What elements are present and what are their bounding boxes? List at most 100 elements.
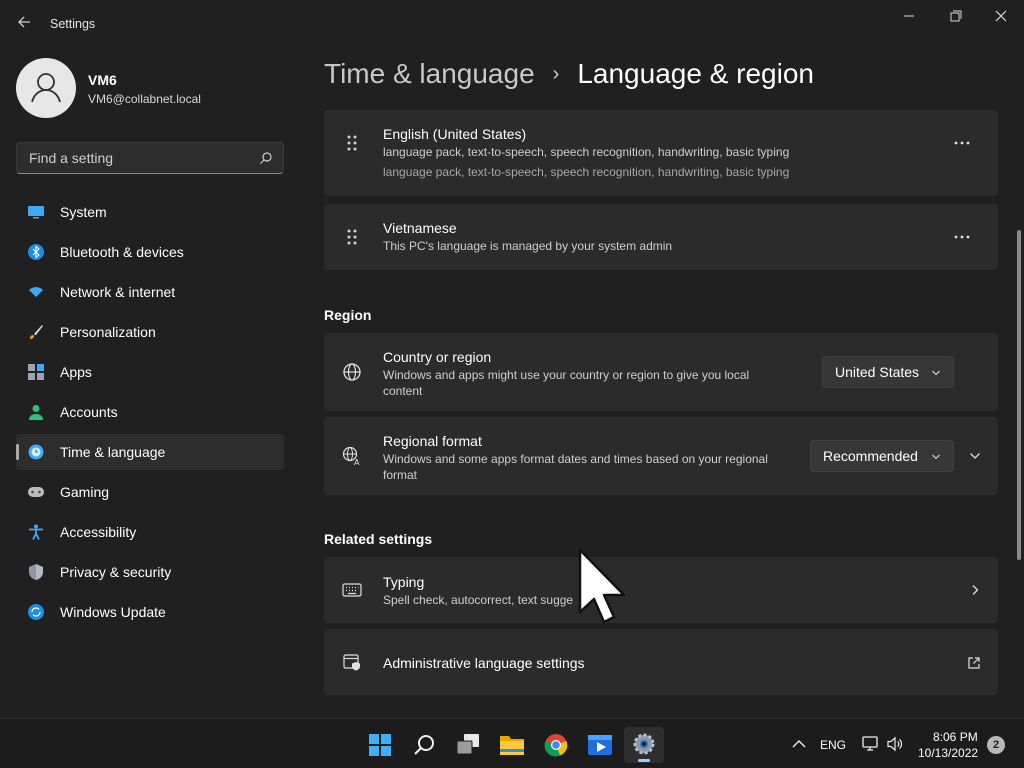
sidebar-item-label: Time & language bbox=[60, 444, 166, 460]
sidebar-item-label: Apps bbox=[60, 364, 92, 380]
file-explorer-icon bbox=[500, 736, 524, 755]
more-options-icon[interactable] bbox=[954, 235, 970, 239]
drag-handle-icon[interactable] bbox=[346, 228, 358, 246]
update-icon bbox=[28, 604, 44, 620]
language-detail: language pack, text-to-speech, speech re… bbox=[383, 145, 790, 159]
language-item-english[interactable]: English (United States) language pack, t… bbox=[324, 110, 998, 196]
regional-format-title: Regional format bbox=[383, 433, 482, 449]
search-input[interactable] bbox=[27, 143, 247, 173]
page-title: Language & region bbox=[577, 58, 814, 89]
clock-globe-icon bbox=[28, 444, 44, 460]
taskbar-search-button[interactable] bbox=[404, 727, 444, 763]
sidebar-item-windows-update[interactable]: Windows Update bbox=[16, 594, 284, 630]
scrollbar-thumb[interactable] bbox=[1017, 230, 1021, 560]
more-options-icon[interactable] bbox=[954, 141, 970, 145]
person-icon bbox=[29, 405, 43, 420]
minimize-icon[interactable] bbox=[886, 6, 932, 28]
search-box[interactable] bbox=[16, 142, 284, 174]
network-icon[interactable] bbox=[862, 735, 880, 753]
sidebar-item-label: Privacy & security bbox=[60, 564, 172, 580]
sidebar-item-apps[interactable]: Apps bbox=[16, 354, 284, 390]
clock-time[interactable]: 8:06 PM bbox=[933, 730, 978, 744]
chevron-right-icon bbox=[972, 585, 979, 595]
media-app-icon bbox=[588, 735, 612, 755]
regional-format-card[interactable]: A Regional format Windows and some apps … bbox=[324, 417, 998, 495]
chevron-down-icon bbox=[932, 454, 940, 460]
sidebar-item-system[interactable]: System bbox=[16, 194, 284, 230]
sidebar-nav: System Bluetooth & devices Network & int… bbox=[16, 194, 284, 634]
sidebar-item-label: Bluetooth & devices bbox=[60, 244, 184, 260]
chrome-button[interactable] bbox=[536, 727, 576, 763]
avatar[interactable] bbox=[16, 58, 76, 118]
country-region-title: Country or region bbox=[383, 349, 492, 365]
task-view-button[interactable] bbox=[448, 727, 488, 763]
window-title: Settings bbox=[50, 17, 96, 31]
media-app-button[interactable] bbox=[580, 727, 620, 763]
language-name: English (United States) bbox=[383, 126, 527, 142]
typing-desc: Spell check, autocorrect, text sugge bbox=[383, 593, 574, 607]
wifi-icon bbox=[29, 287, 43, 297]
sidebar-item-label: Gaming bbox=[60, 484, 110, 500]
breadcrumb: Time & language › Language & region bbox=[324, 58, 814, 90]
notification-badge[interactable]: 2 bbox=[987, 736, 1005, 754]
keyboard-icon bbox=[342, 583, 362, 597]
sidebar-item-label: Personalization bbox=[60, 324, 156, 340]
sidebar-item-privacy[interactable]: Privacy & security bbox=[16, 554, 284, 590]
sidebar-item-bluetooth[interactable]: Bluetooth & devices bbox=[16, 234, 284, 270]
admin-settings-icon bbox=[343, 654, 360, 671]
sidebar-item-network[interactable]: Network & internet bbox=[16, 274, 284, 310]
settings-app-button[interactable] bbox=[624, 727, 664, 763]
breadcrumb-separator: › bbox=[552, 63, 560, 85]
person-icon bbox=[31, 73, 61, 103]
sidebar-item-label: Accounts bbox=[60, 404, 118, 420]
admin-language-card[interactable]: Administrative language settings bbox=[324, 629, 998, 695]
restore-icon[interactable] bbox=[932, 6, 978, 28]
mouse-cursor-icon bbox=[578, 548, 626, 624]
title-bar: Settings bbox=[0, 0, 1024, 48]
country-region-desc-1: Windows and apps might use your country … bbox=[383, 368, 750, 382]
input-language[interactable]: ENG bbox=[820, 738, 846, 752]
country-region-dropdown[interactable]: United States bbox=[822, 356, 954, 388]
bluetooth-icon bbox=[28, 244, 44, 260]
regional-format-desc-2: format bbox=[383, 468, 418, 482]
svg-text:A: A bbox=[354, 458, 360, 466]
task-view-icon bbox=[456, 734, 479, 755]
sidebar-item-accounts[interactable]: Accounts bbox=[16, 394, 284, 430]
language-item-vietnamese[interactable]: Vietnamese This PC's language is managed… bbox=[324, 204, 998, 270]
regional-format-value: Recommended bbox=[823, 448, 918, 464]
close-icon[interactable] bbox=[978, 6, 1024, 28]
user-email: VM6@collabnet.local bbox=[88, 92, 201, 106]
drag-handle-icon[interactable] bbox=[346, 134, 358, 152]
start-button[interactable] bbox=[360, 727, 400, 763]
regional-format-dropdown[interactable]: Recommended bbox=[810, 440, 954, 472]
country-region-value: United States bbox=[835, 364, 920, 380]
typing-card[interactable]: Typing Spell check, autocorrect, text su… bbox=[324, 557, 998, 623]
search-icon bbox=[414, 735, 434, 755]
file-explorer-button[interactable] bbox=[492, 727, 532, 763]
chevron-down-icon bbox=[932, 370, 940, 376]
breadcrumb-parent[interactable]: Time & language bbox=[324, 58, 535, 89]
country-region-card: Country or region Windows and apps might… bbox=[324, 333, 998, 411]
section-title-region: Region bbox=[324, 307, 372, 323]
clock-date[interactable]: 10/13/2022 bbox=[918, 746, 978, 760]
sidebar-item-personalization[interactable]: Personalization bbox=[16, 314, 284, 350]
language-detail: This PC's language is managed by your sy… bbox=[383, 239, 673, 253]
search-icon[interactable] bbox=[259, 151, 273, 165]
admin-language-title: Administrative language settings bbox=[383, 655, 585, 671]
volume-icon[interactable] bbox=[886, 735, 904, 753]
sidebar-item-time-language[interactable]: Time & language bbox=[16, 434, 284, 470]
expand-chevron-icon[interactable] bbox=[969, 450, 981, 462]
globe-icon bbox=[343, 363, 361, 381]
sidebar-item-label: Accessibility bbox=[60, 524, 137, 540]
chevron-up-icon[interactable] bbox=[790, 735, 808, 753]
typing-title: Typing bbox=[383, 574, 425, 590]
sidebar-item-accessibility[interactable]: Accessibility bbox=[16, 514, 284, 550]
external-link-icon bbox=[968, 657, 980, 669]
language-detail-ghost: language pack, text-to-speech, speech re… bbox=[383, 165, 790, 179]
sidebar-item-label: Windows Update bbox=[60, 604, 166, 620]
regional-format-desc-1: Windows and some apps format dates and t… bbox=[383, 452, 768, 466]
back-arrow-icon[interactable] bbox=[14, 14, 34, 34]
apps-icon bbox=[28, 364, 44, 380]
sidebar-item-gaming[interactable]: Gaming bbox=[16, 474, 284, 510]
sidebar-item-label: System bbox=[60, 204, 107, 220]
